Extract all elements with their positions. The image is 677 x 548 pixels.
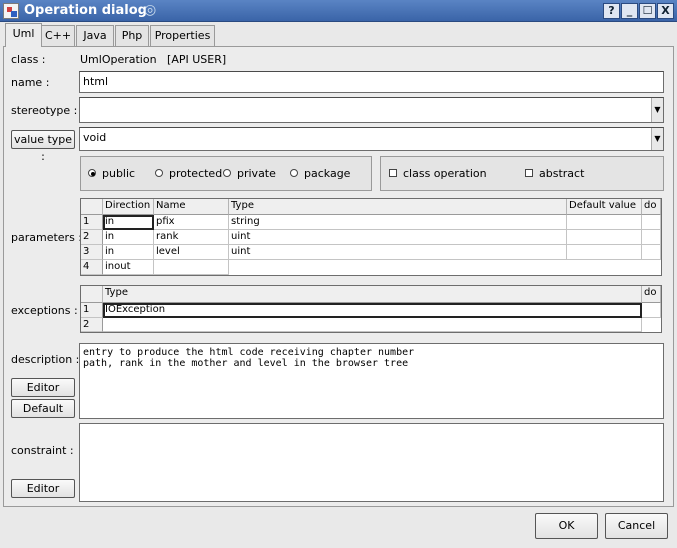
tab-php[interactable]: Php: [115, 25, 149, 46]
window-title: Operation dialog: [24, 3, 147, 18]
row-number: 2: [81, 318, 103, 332]
corner-cell: [81, 286, 103, 303]
column-header[interactable]: do: [642, 286, 661, 303]
table-cell[interactable]: [642, 230, 661, 245]
tab-cpp[interactable]: C++: [41, 25, 75, 46]
minimize-button[interactable]: _: [621, 3, 638, 19]
description-label: description :: [11, 353, 80, 366]
class-operation-checkbox[interactable]: [389, 169, 397, 177]
ok-button[interactable]: OK: [535, 513, 598, 539]
table-cell[interactable]: uint: [229, 230, 567, 245]
radio-public-label[interactable]: public: [102, 167, 135, 181]
radio-package[interactable]: [290, 169, 298, 177]
swirl-icon: ◎: [144, 2, 157, 18]
exceptions-label: exceptions :: [11, 304, 78, 317]
description-editor-button[interactable]: Editor: [11, 378, 75, 397]
app-icon: [3, 3, 19, 19]
table-cell[interactable]: [103, 318, 642, 332]
abstract-checkbox[interactable]: [525, 169, 533, 177]
tab-java[interactable]: Java: [76, 25, 114, 46]
row-number: 3: [81, 245, 103, 260]
chevron-down-icon: ▼: [651, 98, 663, 122]
radio-package-label[interactable]: package: [304, 167, 350, 181]
parameters-table[interactable]: Direction Name Type Default value do 1 i…: [80, 198, 662, 276]
table-cell[interactable]: [154, 260, 229, 275]
maximize-button[interactable]: ☐: [639, 3, 656, 19]
title-bar[interactable]: Operation dialog ◎ ? _ ☐ X: [0, 0, 677, 22]
cancel-button[interactable]: Cancel: [605, 513, 668, 539]
tab-properties[interactable]: Properties: [150, 25, 215, 46]
radio-private[interactable]: [223, 169, 231, 177]
column-header[interactable]: Type: [229, 199, 567, 215]
description-textarea[interactable]: entry to produce the html code receiving…: [79, 343, 664, 419]
class-label: class :: [11, 53, 46, 66]
table-cell[interactable]: string: [229, 215, 567, 230]
abstract-label[interactable]: abstract: [539, 167, 584, 181]
class-value: UmlOperation [API USER]: [80, 53, 227, 66]
value-type-combo[interactable]: void ▼: [79, 127, 664, 151]
name-value: html: [83, 75, 109, 88]
column-header[interactable]: Default value: [567, 199, 642, 215]
table-cell[interactable]: in: [103, 230, 154, 245]
corner-cell: [81, 199, 103, 215]
column-header[interactable]: Type: [103, 286, 642, 303]
table-cell[interactable]: inout: [103, 260, 154, 275]
radio-protected[interactable]: [155, 169, 163, 177]
table-cell[interactable]: [642, 215, 661, 230]
parameters-label: parameters :: [11, 231, 83, 244]
table-cell[interactable]: in: [103, 215, 154, 230]
class-operation-label[interactable]: class operation: [403, 167, 487, 181]
exceptions-table[interactable]: Type do 1 IOException 2: [80, 285, 662, 333]
value-type-button[interactable]: value type :: [11, 130, 75, 163]
row-number: 1: [81, 303, 103, 318]
stereotype-label: stereotype :: [11, 104, 78, 117]
table-cell[interactable]: in: [103, 245, 154, 260]
table-cell[interactable]: [642, 303, 661, 318]
stereotype-combo[interactable]: ▼: [79, 97, 664, 123]
constraint-label: constraint :: [11, 444, 74, 457]
table-cell[interactable]: uint: [229, 245, 567, 260]
row-number: 1: [81, 215, 103, 230]
close-button[interactable]: X: [657, 3, 674, 19]
table-cell[interactable]: [567, 215, 642, 230]
table-cell[interactable]: [567, 230, 642, 245]
column-header[interactable]: Direction: [103, 199, 154, 215]
constraint-editor-button[interactable]: Editor: [11, 479, 75, 498]
table-cell[interactable]: rank: [154, 230, 229, 245]
description-default-button[interactable]: Default: [11, 399, 75, 418]
table-cell[interactable]: [567, 245, 642, 260]
table-cell[interactable]: level: [154, 245, 229, 260]
name-input[interactable]: html: [79, 71, 664, 93]
row-number: 4: [81, 260, 103, 275]
radio-public[interactable]: [88, 169, 96, 177]
radio-protected-label[interactable]: protected: [169, 167, 222, 181]
chevron-down-icon: ▼: [651, 128, 663, 150]
constraint-textarea[interactable]: [79, 423, 664, 502]
column-header[interactable]: Name: [154, 199, 229, 215]
help-button[interactable]: ?: [603, 3, 620, 19]
name-label: name :: [11, 76, 50, 89]
column-header[interactable]: do: [642, 199, 661, 215]
tab-uml[interactable]: Uml: [5, 23, 42, 47]
table-cell[interactable]: [642, 245, 661, 260]
row-number: 2: [81, 230, 103, 245]
value-type-value: void: [83, 131, 107, 144]
table-cell[interactable]: pfix: [154, 215, 229, 230]
radio-private-label[interactable]: private: [237, 167, 276, 181]
table-cell[interactable]: IOException: [103, 303, 642, 318]
